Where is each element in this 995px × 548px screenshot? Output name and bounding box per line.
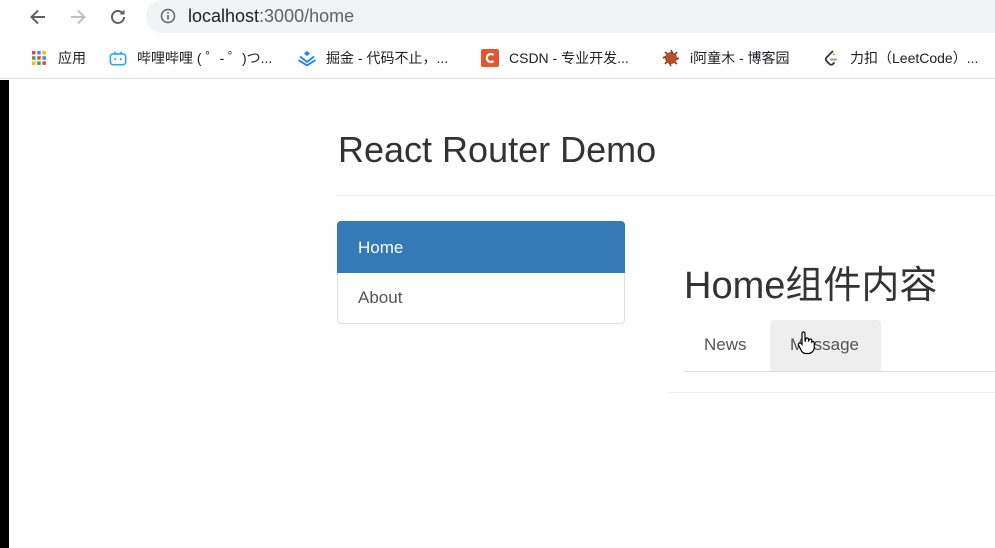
nav-link-about[interactable]: About bbox=[337, 273, 625, 324]
bookmark-label: CSDN - 专业开发... bbox=[509, 50, 629, 66]
url-host: localhost bbox=[188, 6, 260, 26]
home-tabs: News Message bbox=[684, 320, 995, 372]
tab-news[interactable]: News bbox=[684, 320, 767, 371]
bookmark-label: i阿童木 - 博客园 bbox=[690, 50, 790, 66]
bookmark-bilibili[interactable]: 哔哩哔哩 ( ゜- ゜)つ... bbox=[109, 48, 272, 68]
address-bar[interactable]: localhost:3000/home bbox=[146, 0, 995, 33]
bookmark-label: 力扣（LeetCode）... bbox=[850, 50, 979, 66]
bookmark-apps[interactable]: 应用 bbox=[30, 48, 86, 68]
bilibili-icon bbox=[109, 49, 127, 67]
window-edge bbox=[0, 80, 9, 548]
url-path: :3000/home bbox=[259, 6, 355, 26]
juejin-icon bbox=[298, 49, 316, 67]
bookmark-leetcode[interactable]: 力扣（LeetCode）... bbox=[822, 48, 978, 68]
bookmark-cnblogs[interactable]: i阿童木 - 博客园 bbox=[662, 48, 790, 68]
panel-divider bbox=[668, 392, 995, 393]
home-content-heading: Home组件内容 bbox=[684, 265, 938, 307]
bookmark-label: 应用 bbox=[58, 50, 86, 66]
reload-button[interactable] bbox=[104, 3, 132, 31]
bookmark-juejin[interactable]: 掘金 - 代码不止，... bbox=[298, 48, 448, 68]
leetcode-icon bbox=[822, 49, 840, 67]
back-button[interactable] bbox=[24, 3, 52, 31]
browser-toolbar: localhost:3000/home bbox=[0, 0, 995, 34]
url-text[interactable]: localhost:3000/home bbox=[188, 6, 354, 27]
bookmark-csdn[interactable]: CSDN - 专业开发... bbox=[481, 48, 629, 68]
bookmarks-bar: 应用 哔哩哔哩 ( ゜- ゜)つ... 掘金 - 代码不止，... CSDN -… bbox=[0, 40, 995, 79]
nav-link-home[interactable]: Home bbox=[337, 221, 625, 273]
reload-icon bbox=[111, 9, 125, 24]
csdn-icon bbox=[481, 49, 499, 67]
apps-grid-icon bbox=[30, 49, 48, 67]
tabs-divider bbox=[684, 371, 995, 372]
side-nav: Home About bbox=[337, 221, 625, 324]
info-icon[interactable] bbox=[160, 8, 176, 24]
cnblogs-icon bbox=[662, 49, 680, 67]
arrow-right-icon bbox=[71, 9, 86, 25]
bookmark-label: 哔哩哔哩 ( ゜- ゜)つ... bbox=[137, 50, 273, 66]
forward-button[interactable] bbox=[64, 3, 92, 31]
bookmark-label: 掘金 - 代码不止，... bbox=[326, 50, 449, 66]
header-divider bbox=[337, 195, 995, 196]
arrow-left-icon bbox=[30, 9, 45, 25]
tab-message[interactable]: Message bbox=[770, 320, 881, 371]
page-title: React Router Demo bbox=[338, 129, 657, 170]
hand-cursor-icon bbox=[797, 331, 815, 355]
